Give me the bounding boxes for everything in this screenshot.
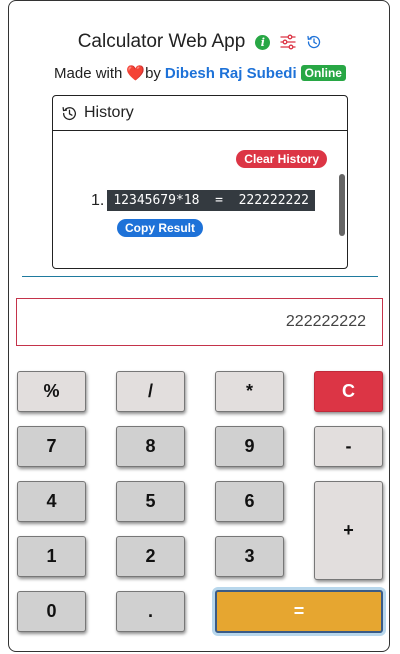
heart-icon: ❤️ bbox=[126, 65, 146, 82]
key-2[interactable]: 2 bbox=[116, 536, 185, 577]
header: Calculator Web App i Made with ❤️ by Dib… bbox=[0, 30, 400, 83]
copy-result-button[interactable]: Copy Result bbox=[117, 219, 204, 237]
divider bbox=[22, 276, 378, 277]
by-text: by bbox=[145, 64, 161, 82]
calculator-display[interactable]: 222222222 bbox=[16, 298, 383, 346]
key-6[interactable]: 6 bbox=[215, 481, 284, 522]
history-entry: 1. 12345679*18 = 222222222 bbox=[91, 190, 316, 211]
clock-icon bbox=[61, 105, 78, 122]
history-entry-index: 1. bbox=[91, 191, 105, 209]
key-multiply[interactable]: * bbox=[215, 371, 284, 412]
history-icon[interactable] bbox=[306, 34, 322, 50]
key-8[interactable]: 8 bbox=[116, 426, 185, 467]
history-panel: History Clear History 1. 12345679*18 = 2… bbox=[52, 95, 348, 269]
app-title: Calculator Web App bbox=[77, 31, 246, 52]
key-3[interactable]: 3 bbox=[215, 536, 284, 577]
made-with-text: Made with bbox=[54, 64, 123, 82]
key-plus[interactable]: + bbox=[314, 481, 383, 580]
key-equals[interactable]: = bbox=[215, 590, 383, 633]
status-badge: Online bbox=[300, 65, 346, 81]
key-4[interactable]: 4 bbox=[17, 481, 86, 522]
key-0[interactable]: 0 bbox=[17, 591, 86, 632]
key-9[interactable]: 9 bbox=[215, 426, 284, 467]
history-header: History bbox=[53, 96, 347, 131]
info-icon[interactable]: i bbox=[255, 34, 271, 50]
history-entry-expression: 12345679*18 = 222222222 bbox=[107, 190, 316, 211]
key-divide[interactable]: / bbox=[116, 371, 185, 412]
key-dot[interactable]: . bbox=[116, 591, 185, 632]
key-clear[interactable]: C bbox=[314, 371, 383, 412]
clear-history-button[interactable]: Clear History bbox=[236, 150, 327, 168]
title-row: Calculator Web App i bbox=[0, 30, 400, 54]
author-link[interactable]: Dibesh Raj Subedi bbox=[165, 65, 297, 82]
sliders-icon[interactable] bbox=[280, 34, 296, 50]
key-1[interactable]: 1 bbox=[17, 536, 86, 577]
key-7[interactable]: 7 bbox=[17, 426, 86, 467]
credits-row: Made with ❤️ by Dibesh Raj Subedi Online bbox=[0, 63, 400, 83]
history-title: History bbox=[84, 104, 134, 121]
key-percent[interactable]: % bbox=[17, 371, 86, 412]
history-scrollbar[interactable] bbox=[339, 174, 345, 236]
key-5[interactable]: 5 bbox=[116, 481, 185, 522]
key-minus[interactable]: - bbox=[314, 426, 383, 467]
